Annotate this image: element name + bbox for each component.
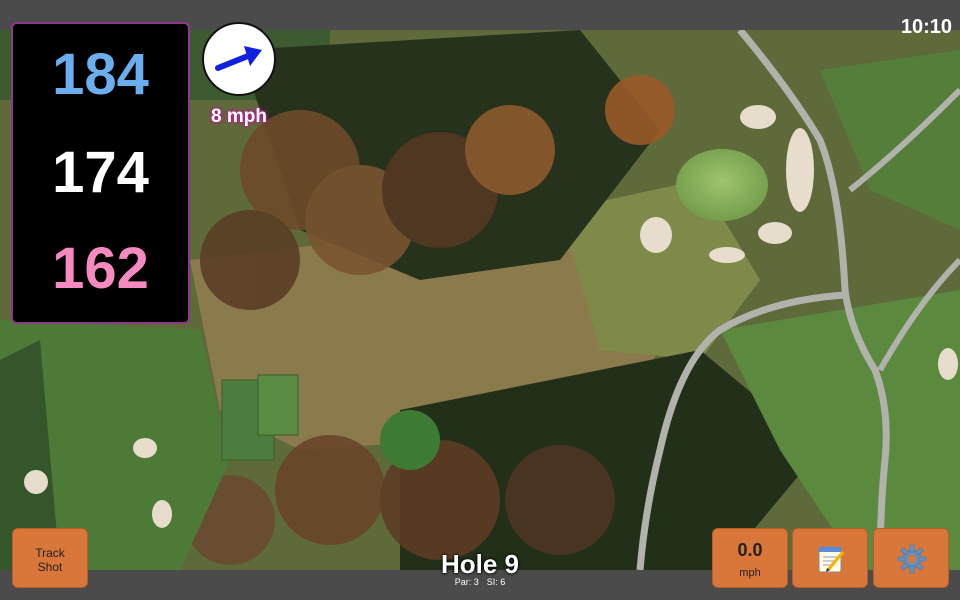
back-distance: 184: [52, 42, 149, 107]
clock: 10:10: [900, 16, 952, 38]
speed-value: 0.0: [737, 540, 763, 560]
hole-par: Par: 3: [454, 577, 479, 587]
middle-distance: 174: [52, 140, 149, 205]
track-shot-button[interactable]: Track Shot: [12, 528, 88, 588]
notes-button[interactable]: [792, 528, 868, 588]
hole-info: Par: 3 SI: 6: [380, 577, 580, 587]
arrow-icon: [215, 46, 262, 71]
settings-button[interactable]: [873, 528, 949, 588]
distance-panel: 184 174 162: [11, 22, 190, 324]
track-shot-label-line2: Shot: [37, 560, 63, 574]
wind-direction-indicator: [202, 22, 276, 96]
track-shot-label-line1: Track: [35, 546, 65, 560]
hole-title: Hole 9: [440, 549, 520, 579]
speed-button[interactable]: 0.0 mph: [712, 528, 788, 588]
hole-stroke-index: SI: 6: [486, 577, 506, 587]
gear-icon: [897, 544, 927, 574]
speed-unit: mph: [739, 567, 761, 579]
wind-speed: 8 mph: [211, 106, 267, 127]
notepad-icon: [818, 546, 845, 573]
front-distance: 162: [52, 236, 149, 301]
